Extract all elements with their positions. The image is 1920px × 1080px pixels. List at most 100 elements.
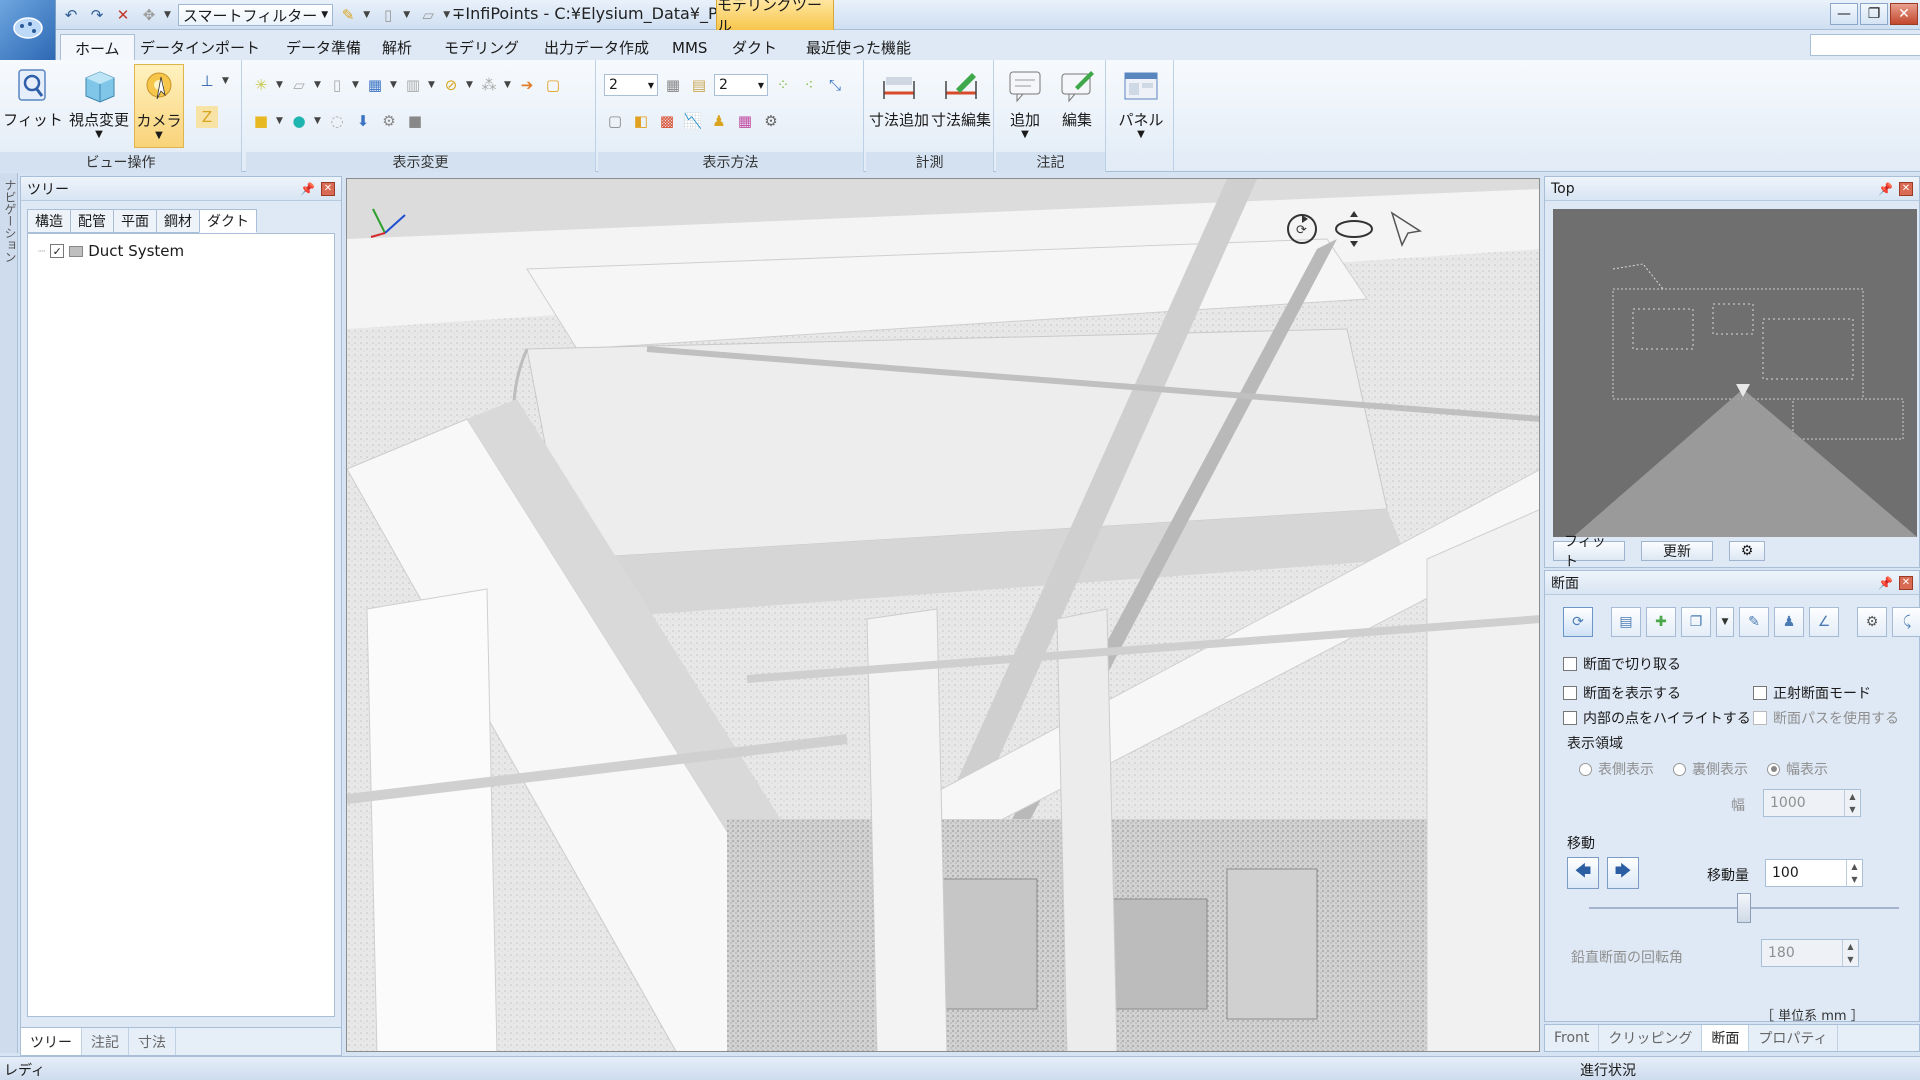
tab-plane[interactable]: 平面 [113,209,157,233]
delete-icon[interactable]: ✕ [112,4,134,26]
chevron-down-icon[interactable]: ▼ [314,80,322,90]
cylinder-icon[interactable]: ▯ [377,4,399,26]
gear-icon[interactable]: ⚙ [378,110,400,132]
checkbox-highlight-inner[interactable] [1563,711,1577,725]
chevron-down-icon[interactable]: ▼ [352,80,360,90]
show-section-option[interactable]: 断面を表示する [1563,683,1681,703]
sphere-icon[interactable]: ● [288,110,310,132]
pan-icon[interactable] [1332,209,1376,249]
tab-annotation[interactable]: 注記 [82,1028,129,1055]
checkbox-ortho-mode[interactable] [1753,686,1767,700]
move-left-button[interactable]: 🡄 [1567,857,1599,889]
edit-dimension-button[interactable]: 寸法編集 [931,64,991,148]
selection-icon[interactable]: ✥ [138,4,160,26]
tree-view[interactable]: ┈ ✓ Duct System [27,233,335,1017]
checkbox-use-section-path[interactable] [1753,711,1767,725]
minimize-button[interactable]: — [1830,3,1858,25]
search-gear-icon[interactable]: ⚙ [760,110,782,132]
section-more-dropdown[interactable]: ▼ [1716,607,1734,637]
plane-icon[interactable]: ▱ [288,74,310,96]
pin-icon[interactable]: 📌 [1878,182,1893,196]
tab-data-prep[interactable]: データ準備 [272,34,375,61]
tab-structure[interactable]: 構造 [27,209,71,233]
tree-node-duct-system[interactable]: ┈ ✓ Duct System [38,242,184,260]
radio-front-display[interactable] [1579,762,1592,776]
pick-icon[interactable]: ⤡ [824,74,846,96]
front-display-option[interactable]: 表側表示 [1579,759,1654,779]
context-tab-modeling-tools[interactable]: モデリングツール [716,0,834,35]
rotation-input[interactable]: 180 ▲ ▼ [1761,939,1859,967]
point-density-select[interactable]: 2 ▼ [714,74,768,96]
frame-icon[interactable]: ▢ [542,74,564,96]
viewpoint-button[interactable]: 視点変更 ▼ [69,64,129,148]
tab-data-import[interactable]: データインポート [126,34,274,61]
tab-duct-tree[interactable]: ダクト [199,209,257,233]
grey-box-icon[interactable]: ■ [404,110,426,132]
radio-width-display[interactable] [1767,762,1780,776]
top-settings-button[interactable]: ⚙ [1729,541,1765,561]
spinner-icon[interactable]: ▲ ▼ [1844,790,1860,816]
undo-icon[interactable]: ↶ [60,4,82,26]
width-input[interactable]: 1000 ▲ ▼ [1763,789,1861,817]
arrow-icon[interactable]: ➔ [516,74,538,96]
person-icon[interactable]: ♟ [708,110,730,132]
highlight-inner-option[interactable]: 内部の点をハイライトする [1563,708,1751,728]
close-icon[interactable]: ✕ [1899,575,1913,590]
tab-home[interactable]: ホーム [60,34,135,61]
tab-piping[interactable]: 配管 [70,209,114,233]
tab-mms[interactable]: MMS [658,34,721,61]
move-slider-thumb[interactable] [1737,893,1751,923]
grid-icon[interactable]: ▦ [662,74,684,96]
close-icon[interactable]: ✕ [321,181,335,196]
lasso-icon[interactable]: ◌ [326,110,348,132]
app-menu-button[interactable] [0,0,56,60]
tab-modeling[interactable]: モデリング [430,34,533,61]
tab-steel[interactable]: 鋼材 [156,209,200,233]
checkbox-duct-system[interactable]: ✓ [50,244,65,258]
section-pen-button[interactable]: ✎ [1739,607,1769,637]
tab-output-data[interactable]: 出力データ作成 [530,34,663,61]
point-size-select[interactable]: 2 ▼ [604,74,658,96]
top-view-map[interactable] [1553,209,1917,537]
rotate-icon[interactable]: ⟳ [1282,209,1322,249]
back-display-option[interactable]: 裏側表示 [1673,759,1748,779]
color-map-icon[interactable]: ▩ [656,110,678,132]
section-add-button[interactable]: ✚ [1646,607,1676,637]
top-fit-button[interactable]: フィット [1553,534,1625,570]
chevron-down-icon[interactable]: ▼ [164,10,174,20]
width-display-option[interactable]: 幅表示 [1767,759,1828,779]
chevron-down-icon[interactable]: ▼ [428,80,436,90]
navigation-strip[interactable]: ナビゲーション [0,173,18,1053]
cylinder-icon[interactable]: ▯ [326,74,348,96]
tab-front[interactable]: Front [1545,1025,1600,1051]
tab-section[interactable]: 断面 [1702,1025,1750,1051]
chevron-down-icon[interactable]: ▼ [466,80,474,90]
close-icon[interactable]: ✕ [1899,181,1913,196]
tab-clipping[interactable]: クリッピング [1599,1025,1703,1051]
grid-color-icon[interactable]: ▦ [734,110,756,132]
pin-icon[interactable]: 📌 [300,182,315,196]
fill-icon[interactable]: ▤ [688,74,710,96]
cut-by-section-option[interactable]: 断面で切り取る [1563,654,1681,674]
camera-button[interactable]: カメラ ▼ [134,64,184,148]
3d-viewport[interactable]: ⟳ [346,178,1540,1052]
select-arrow-icon[interactable] [1386,209,1426,249]
use-section-path-option[interactable]: 断面パスを使用する [1753,708,1899,728]
chevron-down-icon[interactable]: ▼ [314,116,322,126]
axis-icon[interactable]: ⊥ [196,70,218,92]
chevron-down-icon[interactable]: ▼ [222,76,230,86]
marker-icon[interactable]: ⬇ [352,110,374,132]
section-plane-button[interactable]: ▤ [1611,607,1641,637]
grid-blocks-icon[interactable]: ▦ [364,74,386,96]
fit-button[interactable]: フィット [3,64,63,148]
move-amount-input[interactable]: 100 ▲ ▼ [1765,859,1863,887]
color-folder-icon[interactable]: ■ [250,110,272,132]
section-angle-button[interactable]: ∠ [1809,607,1839,637]
radio-back-display[interactable] [1673,762,1686,776]
zoom-area-icon[interactable]: Z [196,106,218,128]
spinner-icon[interactable]: ▲ ▼ [1846,860,1862,886]
tab-tree[interactable]: ツリー [21,1028,82,1055]
section-gear-button[interactable]: ⚙ [1857,607,1887,637]
box-outline-icon[interactable]: ▢ [604,110,626,132]
pipe-icon[interactable]: ⊘ [440,74,462,96]
